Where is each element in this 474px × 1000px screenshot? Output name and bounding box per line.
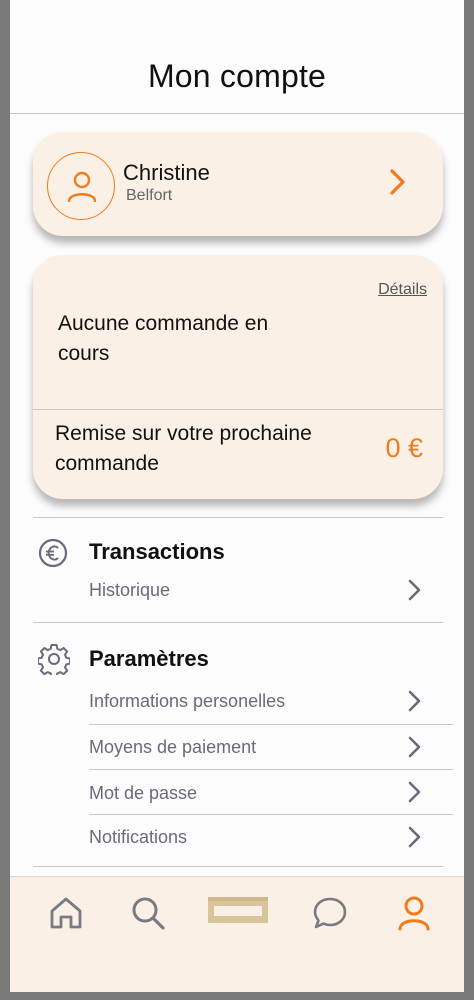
chevron-right-icon[interactable] <box>406 689 422 713</box>
user-icon[interactable] <box>396 895 432 931</box>
details-link[interactable]: Détails <box>378 281 427 299</box>
profile-card[interactable]: Christine Belfort <box>33 132 443 236</box>
crate-icon[interactable] <box>208 897 268 925</box>
order-card: Détails Aucune commande en cours Remise … <box>33 255 443 499</box>
row-divider <box>89 724 453 725</box>
page-title: Mon compte <box>147 58 327 94</box>
header-divider <box>10 113 464 114</box>
chevron-right-icon[interactable] <box>388 168 408 196</box>
section-title-transactions: Transactions <box>89 539 225 564</box>
euro-icon <box>38 538 68 568</box>
tab-bar <box>10 876 464 992</box>
row-divider <box>89 769 453 770</box>
order-divider <box>33 409 443 410</box>
section-divider <box>33 517 443 518</box>
menu-item-paiement[interactable]: Moyens de paiement <box>89 737 256 758</box>
menu-item-informations[interactable]: Informations personelles <box>89 691 285 712</box>
discount-label: Remise sur votre prochaine commande <box>55 422 312 475</box>
menu-item-historique[interactable]: Historique <box>89 580 170 601</box>
chat-icon[interactable] <box>312 895 348 931</box>
order-status: Aucune commande en cours <box>58 312 269 365</box>
app-screen: Mon compte Christine Belfort Détails Auc… <box>10 0 464 992</box>
gear-icon <box>38 644 70 675</box>
profile-city: Belfort <box>126 187 173 204</box>
menu-item-mot-de-passe[interactable]: Mot de passe <box>89 783 197 804</box>
search-icon[interactable] <box>130 895 166 931</box>
user-icon <box>67 171 97 202</box>
chevron-right-icon[interactable] <box>406 735 422 759</box>
profile-name: Christine <box>123 160 210 185</box>
section-divider <box>33 866 443 867</box>
row-divider <box>89 814 453 815</box>
avatar <box>47 152 115 220</box>
chevron-right-icon[interactable] <box>406 825 422 849</box>
chevron-right-icon[interactable] <box>406 780 422 804</box>
chevron-right-icon[interactable] <box>406 578 422 602</box>
menu-item-notifications[interactable]: Notifications <box>89 827 187 848</box>
home-icon[interactable] <box>48 895 84 931</box>
section-title-parametres: Paramètres <box>89 646 209 671</box>
discount-value: 0 € <box>385 433 423 463</box>
section-divider <box>33 622 443 623</box>
